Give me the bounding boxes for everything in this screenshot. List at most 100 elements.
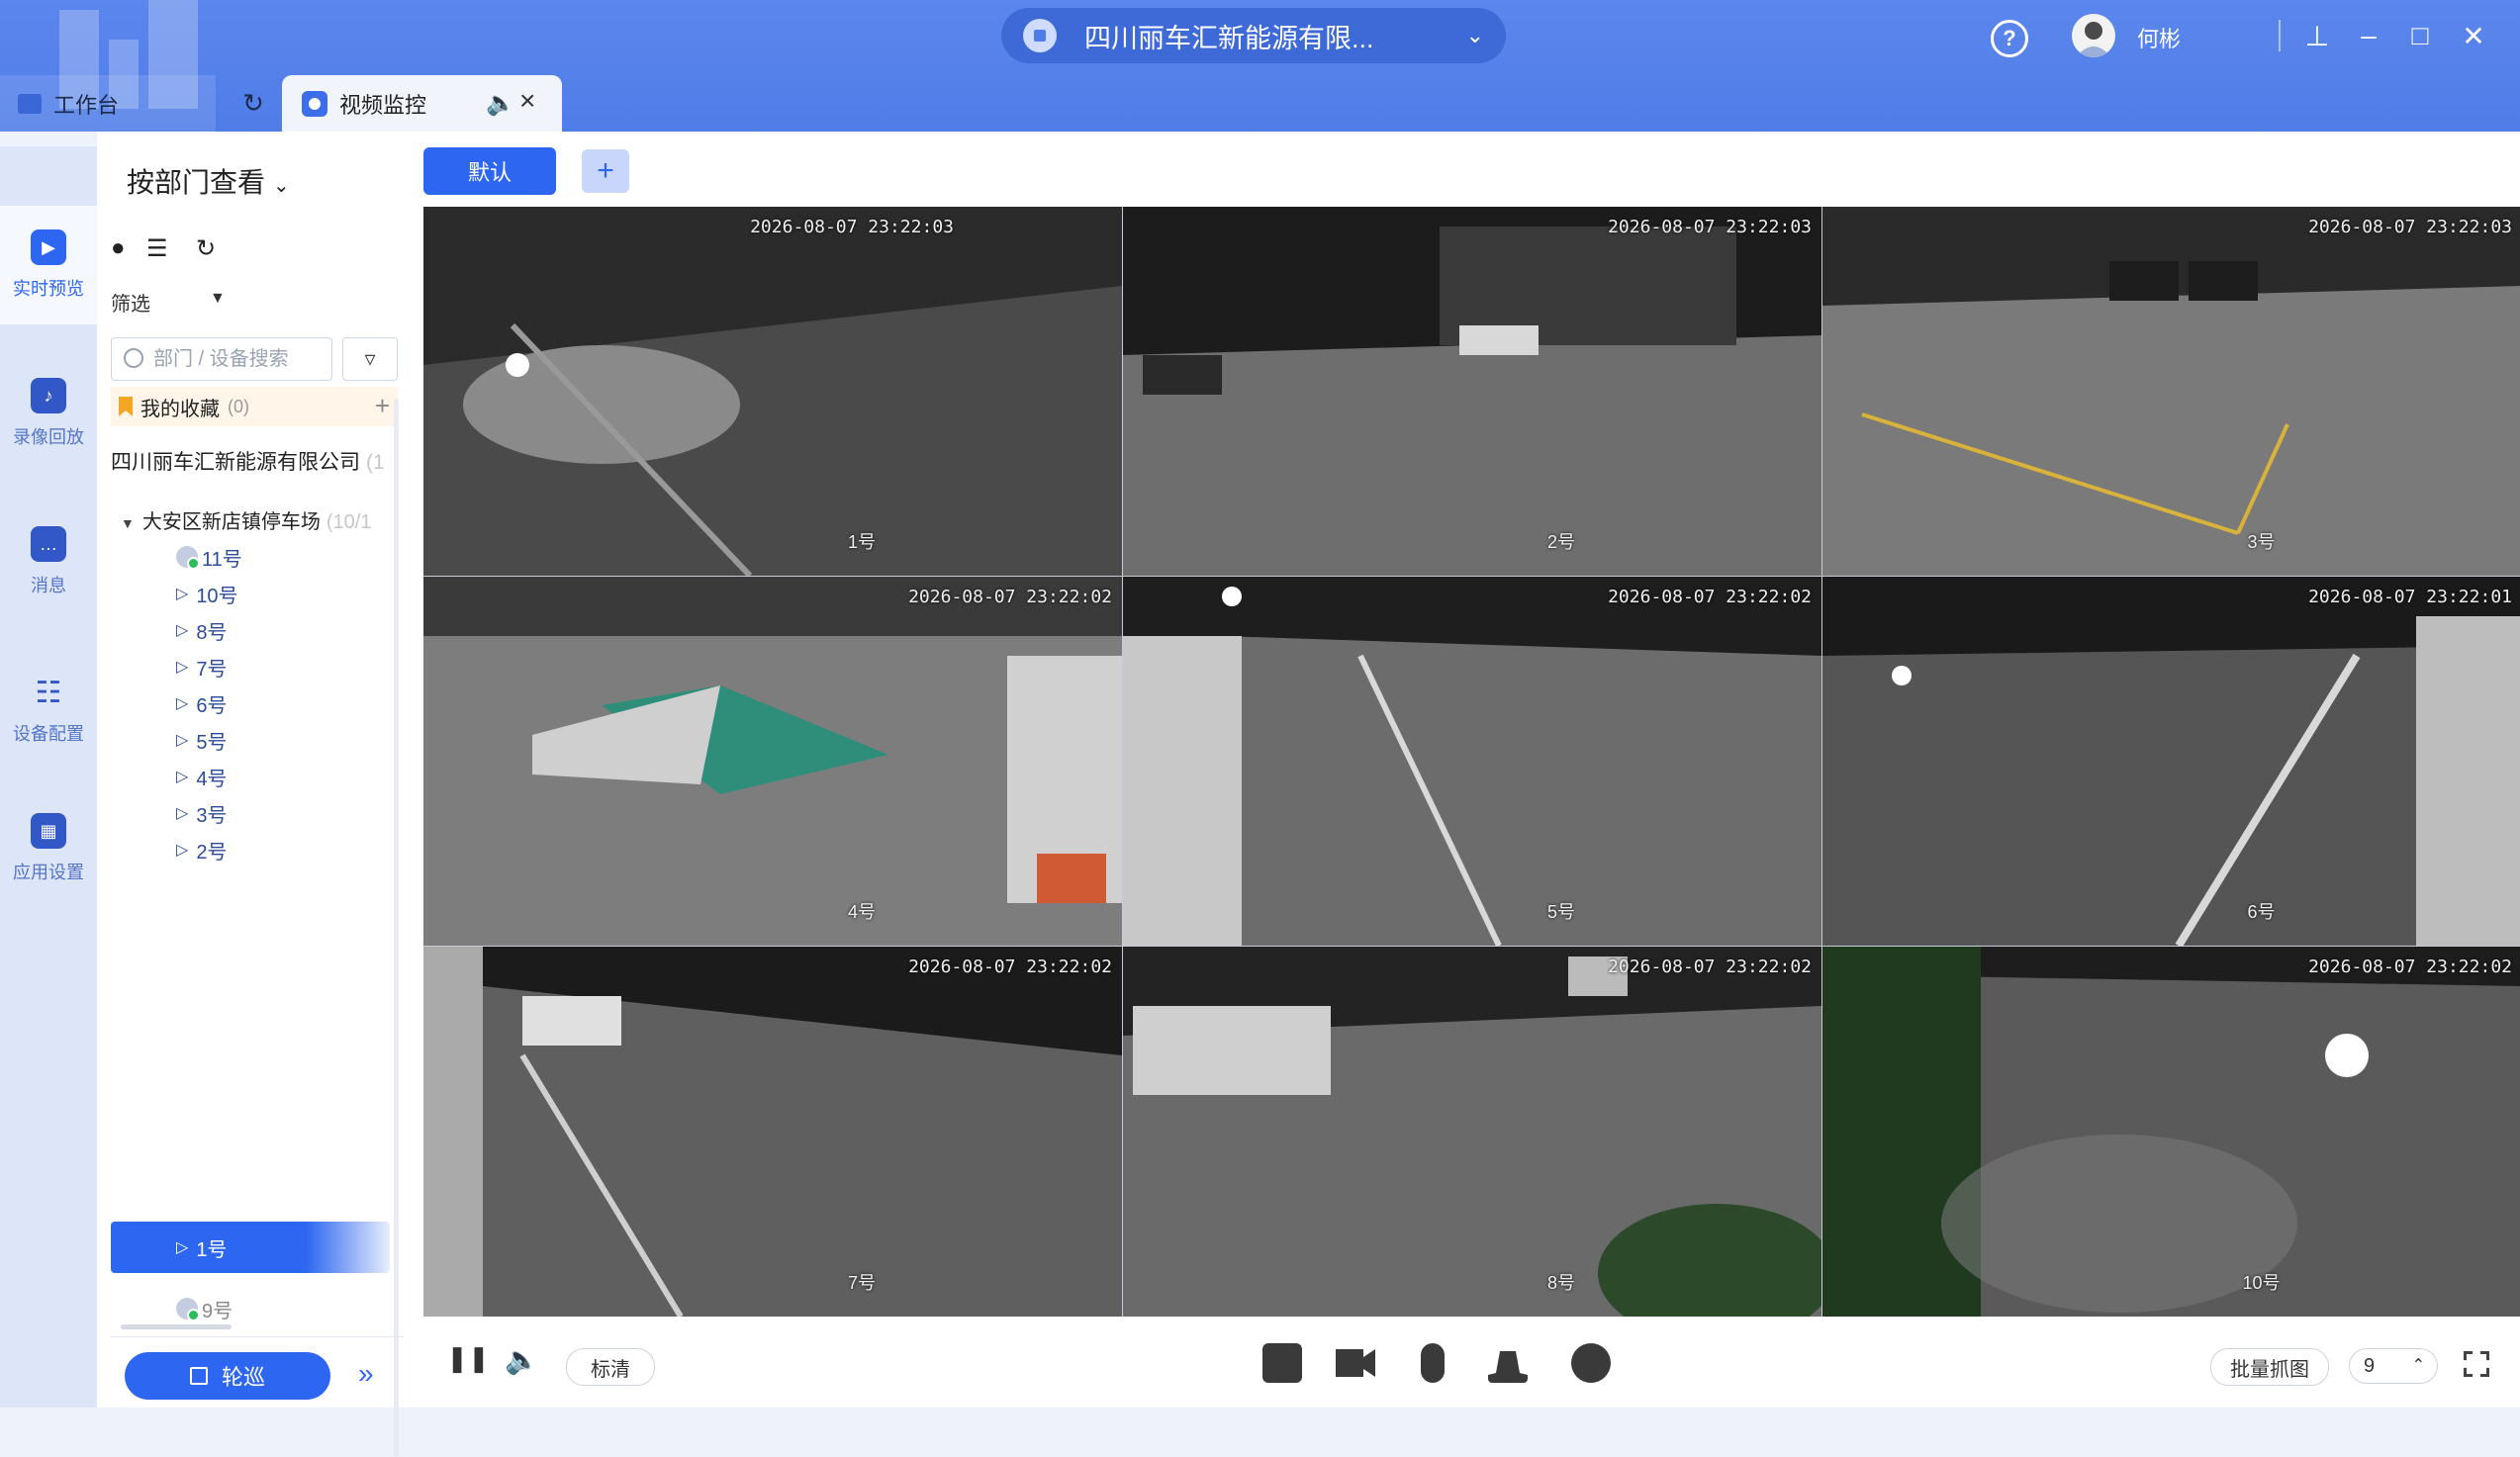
sliders-icon: ☷ <box>35 676 62 709</box>
play-outline-icon: ▷ <box>176 622 189 639</box>
tab-workbench[interactable]: 工作台 <box>0 75 216 132</box>
video-camera-label: 1号 <box>847 532 876 552</box>
video-cell[interactable]: 2026-08-07 23:22:02 5号 <box>1123 577 1821 946</box>
video-camera-label: 3号 <box>2247 532 2276 552</box>
video-cell[interactable]: 2026-08-07 23:22:02 8号 <box>1123 947 1821 1317</box>
rail-item-live-preview[interactable]: ▶ 实时预览 <box>0 206 97 324</box>
patrol-icon <box>189 1367 208 1385</box>
rail-item-playback[interactable]: ♪ 录像回放 <box>0 354 97 473</box>
video-camera-label: 6号 <box>2247 902 2276 922</box>
horizontal-scrollbar[interactable] <box>121 1324 232 1329</box>
camera-feed <box>423 207 1122 576</box>
batch-snapshot-button[interactable]: 批量抓图 <box>2210 1348 2329 1386</box>
avatar[interactable] <box>2072 14 2115 57</box>
player-controls-bar <box>423 1317 2520 1408</box>
camera-label: 1号 <box>196 1238 228 1261</box>
organization-name: 四川丽车汇新能源有限... <box>1084 23 1374 53</box>
double-chevron-right-icon[interactable]: » <box>358 1358 374 1390</box>
tree-node-company[interactable]: 四川丽车汇新能源有限公司 (1 <box>111 446 388 476</box>
play-outline-icon: ▷ <box>176 695 189 712</box>
list-tree-icon[interactable]: ☰ <box>146 234 168 263</box>
view-by-department-dropdown[interactable]: 按部门查看 ⌄ <box>127 161 290 201</box>
speaker-icon[interactable]: 🔈 <box>486 89 515 118</box>
play-outline-icon: ▷ <box>176 732 189 749</box>
close-tab-icon[interactable]: × <box>519 85 535 117</box>
scrollbar[interactable] <box>394 399 399 1457</box>
organization-icon <box>1023 19 1057 52</box>
chevron-down-icon: ⌄ <box>273 175 290 197</box>
camera-item-active[interactable]: ▷ 1号 <box>111 1222 390 1273</box>
organization-selector[interactable]: 四川丽车汇新能源有限... ⌄ <box>1001 8 1506 63</box>
message-icon: … <box>31 526 66 562</box>
camera-feed <box>1123 577 1821 946</box>
close-window-icon[interactable]: ✕ <box>2454 16 2493 55</box>
video-cell[interactable]: 2026-08-07 23:22:02 4号 <box>423 577 1122 946</box>
caret-down-icon[interactable]: ▼ <box>210 290 226 308</box>
add-favorite-icon[interactable]: + <box>375 391 390 421</box>
bookmark-icon <box>119 397 133 416</box>
video-camera-label: 10号 <box>2242 1273 2281 1293</box>
play-outline-icon: ▷ <box>176 586 189 602</box>
video-cell[interactable]: 2026-08-07 23:22:01 6号 <box>1822 577 2520 946</box>
video-cell[interactable]: 2026-08-07 23:22:02 7号 <box>423 947 1122 1317</box>
camera-feed <box>1123 947 1821 1317</box>
rail-item-label: 消息 <box>31 576 66 595</box>
minimize-icon[interactable]: – <box>2349 16 2388 55</box>
help-icon[interactable]: ? <box>1991 20 2028 57</box>
filter-icon[interactable]: ▿ <box>342 337 398 381</box>
search-input[interactable] <box>151 346 324 372</box>
patrol-button[interactable]: 轮巡 <box>125 1352 330 1400</box>
play-outline-icon: ▷ <box>176 769 189 785</box>
video-timestamp: 2026-08-07 23:22:02 <box>1608 956 1812 977</box>
video-camera-label: 7号 <box>847 1273 876 1293</box>
caret-down-icon: ▼ <box>121 515 135 531</box>
camera-snapshot-icon[interactable] <box>1262 1343 1302 1383</box>
video-cell[interactable]: 2026-08-07 23:22:03 3号 <box>1822 207 2520 576</box>
microphone-icon[interactable] <box>1421 1343 1445 1383</box>
default-view-button[interactable]: 默认 <box>423 147 556 195</box>
video-timestamp: 2026-08-07 23:22:03 <box>2308 217 2512 237</box>
patrol-label: 轮巡 <box>221 1365 265 1390</box>
tree-node-parking-lot[interactable]: ▼ 大安区新店镇停车场 (10/1 <box>121 505 388 534</box>
camera-item[interactable]: ▷ 2号 <box>111 824 390 875</box>
rail-item-app-settings[interactable]: ▦ 应用设置 <box>0 789 97 908</box>
pin-icon[interactable]: ⊥ <box>2297 16 2337 55</box>
quality-button[interactable]: 标清 <box>566 1348 655 1386</box>
playback-icon: ♪ <box>31 378 66 413</box>
ptz-control-icon[interactable] <box>1571 1343 1611 1383</box>
tab-label: 工作台 <box>53 92 120 118</box>
refresh-icon[interactable]: ↻ <box>233 75 273 132</box>
video-cell[interactable]: 2026-08-07 23:22:03 1号 <box>423 207 1122 576</box>
view-toolbar <box>423 132 2520 207</box>
pause-icon[interactable]: ❚❚ <box>446 1343 490 1373</box>
maximize-icon[interactable]: □ <box>2400 16 2440 55</box>
favorites-label: 我的收藏 <box>140 398 220 420</box>
layout-select[interactable]: 9 ⌃ <box>2349 1348 2438 1384</box>
video-cell[interactable]: 2026-08-07 23:22:03 2号 <box>1123 207 1821 576</box>
dropdown-label: 按部门查看 <box>127 167 266 198</box>
video-grid: 2026-08-07 23:22:03 1号 2026-08-07 23:22:… <box>423 207 2520 1317</box>
tree-node-label: 四川丽车汇新能源有限公司 <box>111 451 360 474</box>
rail-item-device-config[interactable]: ☷ 设备配置 <box>0 651 97 770</box>
tab-label: 视频监控 <box>339 92 427 118</box>
rail-item-label: 设备配置 <box>13 724 84 744</box>
favorites-count: (0) <box>228 396 249 416</box>
location-icon[interactable]: ● <box>111 234 126 262</box>
refresh-icon[interactable]: ↻ <box>196 234 216 263</box>
video-camera-label: 5号 <box>1546 902 1575 922</box>
play-icon: ▶ <box>31 229 66 265</box>
tab-video-monitoring[interactable]: 视频监控 🔈 × <box>282 75 562 132</box>
video-timestamp: 2026-08-07 23:22:01 <box>2308 587 2512 607</box>
rail-item-messages[interactable]: … 消息 <box>0 502 97 621</box>
search-field[interactable] <box>111 337 332 381</box>
add-view-button[interactable]: + <box>582 149 629 193</box>
filter-dropdown[interactable]: 筛选 <box>111 288 150 317</box>
camera-online-icon <box>176 1298 200 1321</box>
search-icon <box>124 348 143 368</box>
apps-icon: ▦ <box>31 813 66 849</box>
video-timestamp: 2026-08-07 23:22:02 <box>2308 956 2512 977</box>
play-outline-icon: ▷ <box>176 1239 189 1256</box>
video-cell[interactable]: 2026-08-07 23:22:02 10号 <box>1822 947 2520 1317</box>
favorites-node[interactable]: 我的收藏 (0) + <box>111 387 398 426</box>
volume-icon[interactable]: 🔈 <box>505 1343 539 1376</box>
